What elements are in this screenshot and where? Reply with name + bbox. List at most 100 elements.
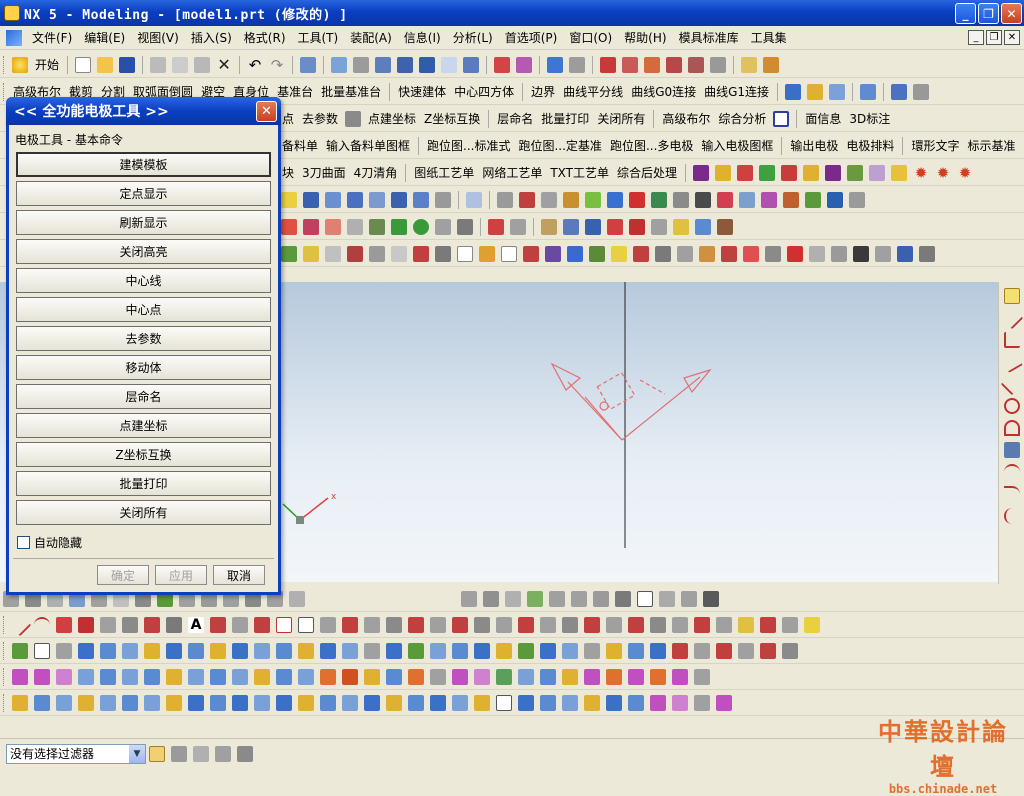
text-tool-icon[interactable]: A: [188, 616, 204, 633]
gear-2-icon[interactable]: ✹: [935, 165, 951, 181]
tool-layer-name[interactable]: 层命名: [493, 110, 537, 127]
move-body-button[interactable]: 移动体: [16, 355, 271, 380]
dialog-close-button[interactable]: ✕: [256, 101, 277, 122]
sketch-16-icon[interactable]: [430, 616, 446, 633]
select-mode-3-icon[interactable]: [215, 745, 231, 762]
bt3-20-icon[interactable]: [430, 642, 446, 659]
list-icon[interactable]: [510, 218, 526, 235]
sketch-15-icon[interactable]: [408, 616, 424, 633]
cone-icon[interactable]: [803, 164, 820, 181]
sketch-31-icon[interactable]: [760, 616, 776, 633]
angle-icon[interactable]: [1003, 332, 1020, 348]
bt4-7-icon[interactable]: [144, 668, 160, 685]
edit-26-icon[interactable]: [831, 245, 847, 262]
bt5-1-icon[interactable]: [12, 694, 28, 711]
bt4-31-icon[interactable]: [672, 668, 688, 685]
edit-9-icon[interactable]: [457, 245, 473, 262]
cancel-button[interactable]: 取消: [213, 565, 265, 585]
bt5-6-icon[interactable]: [122, 694, 138, 711]
sketch-arc-icon[interactable]: [34, 616, 50, 633]
edit-18-icon[interactable]: [655, 245, 671, 262]
paste-icon[interactable]: [194, 56, 211, 73]
fit-view-icon[interactable]: [331, 56, 348, 73]
tool-datum-base[interactable]: 基准台: [273, 83, 317, 100]
tool-block[interactable]: 块: [278, 164, 298, 181]
sketch-24-icon[interactable]: [606, 616, 622, 633]
shaded-cube-icon[interactable]: [547, 56, 564, 73]
doc-close-button[interactable]: ✕: [1004, 30, 1020, 45]
menu-help[interactable]: 帮助(H): [618, 29, 672, 46]
edit-13-icon[interactable]: [545, 245, 561, 262]
cut-icon[interactable]: [150, 56, 167, 73]
cross-icon[interactable]: [1000, 372, 1023, 396]
tool-3-cut-surface[interactable]: 3刀曲面: [298, 164, 350, 181]
bt1-22-icon[interactable]: [615, 590, 631, 607]
open-folder-icon[interactable]: [97, 56, 114, 73]
bt4-29-icon[interactable]: [628, 668, 644, 685]
offset-icon[interactable]: [913, 83, 930, 100]
person-icon[interactable]: [717, 218, 733, 235]
bt5-8-icon[interactable]: [166, 694, 182, 711]
bt3-1-icon[interactable]: [12, 642, 28, 659]
bt5-5-icon[interactable]: [100, 694, 116, 711]
curve-tool-1-icon[interactable]: [281, 191, 297, 208]
edit-8-icon[interactable]: [435, 245, 451, 262]
bt3-9-icon[interactable]: [188, 642, 204, 659]
right-select-icon[interactable]: [1003, 288, 1020, 304]
bt5-13-icon[interactable]: [276, 694, 292, 711]
arc-3-icon[interactable]: [1003, 486, 1020, 502]
shape-7-icon[interactable]: [629, 191, 645, 208]
bt3-13-icon[interactable]: [276, 642, 292, 659]
bt5-2-icon[interactable]: [34, 694, 50, 711]
bt3-10-icon[interactable]: [210, 642, 226, 659]
misc-3-icon[interactable]: [325, 218, 341, 235]
edit-29-icon[interactable]: [897, 245, 913, 262]
sheet-2-icon[interactable]: [541, 218, 557, 235]
bt5-12-icon[interactable]: [254, 694, 270, 711]
zoom-icon[interactable]: [353, 56, 370, 73]
render-style-icon[interactable]: [569, 56, 586, 73]
bt3-21-icon[interactable]: [452, 642, 468, 659]
bt5-22-icon[interactable]: [474, 694, 490, 711]
shape-2-icon[interactable]: [519, 191, 535, 208]
tool-face-info[interactable]: 面信息: [801, 110, 845, 127]
surface-icon[interactable]: [891, 83, 908, 100]
menu-info[interactable]: 信息(I): [398, 29, 447, 46]
bt3-34-icon[interactable]: [738, 642, 754, 659]
sketch-22-icon[interactable]: [562, 616, 578, 633]
bt5-16-icon[interactable]: [342, 694, 358, 711]
bt3-11-icon[interactable]: [232, 642, 248, 659]
magnify-icon[interactable]: [397, 56, 414, 73]
wcs-icon[interactable]: [516, 56, 533, 73]
snap-tangent-icon[interactable]: [710, 56, 727, 73]
arc-icon[interactable]: [1003, 420, 1020, 436]
select-mode-icon[interactable]: [171, 745, 187, 762]
rotate-icon[interactable]: [419, 56, 436, 73]
edit-21-icon[interactable]: [721, 245, 737, 262]
undo-icon[interactable]: ↶: [247, 57, 263, 73]
doc-minimize-button[interactable]: _: [968, 30, 984, 45]
tool-curve-g0[interactable]: 曲线G0连接: [627, 83, 700, 100]
bt4-17-icon[interactable]: [364, 668, 380, 685]
misc-4-icon[interactable]: [347, 218, 363, 235]
shape-10-icon[interactable]: [695, 191, 711, 208]
sketch-19-icon[interactable]: [496, 616, 512, 633]
solid-icon[interactable]: [785, 83, 802, 100]
misc-1-icon[interactable]: [281, 218, 297, 235]
edit-12-icon[interactable]: [523, 245, 539, 262]
copy-icon[interactable]: [172, 56, 189, 73]
bt4-22-icon[interactable]: [474, 668, 490, 685]
tool-curve-bisector[interactable]: 曲线平分线: [559, 83, 627, 100]
sketch-9-icon[interactable]: [232, 616, 248, 633]
sketch-2-icon[interactable]: [56, 616, 72, 633]
tool-electrode-nesting[interactable]: 电极排料: [842, 137, 898, 154]
shape-9-icon[interactable]: [673, 191, 689, 208]
edit-14-icon[interactable]: [567, 245, 583, 262]
tool-z-swap[interactable]: Z坐标互换: [420, 110, 484, 127]
bt3-19-icon[interactable]: [408, 642, 424, 659]
remove-params-button[interactable]: 去参数: [16, 326, 271, 351]
apply-button[interactable]: 应用: [155, 565, 207, 585]
tool-analysis[interactable]: 综合分析: [714, 110, 770, 127]
base-icon[interactable]: [847, 164, 864, 181]
bt4-20-icon[interactable]: [430, 668, 446, 685]
